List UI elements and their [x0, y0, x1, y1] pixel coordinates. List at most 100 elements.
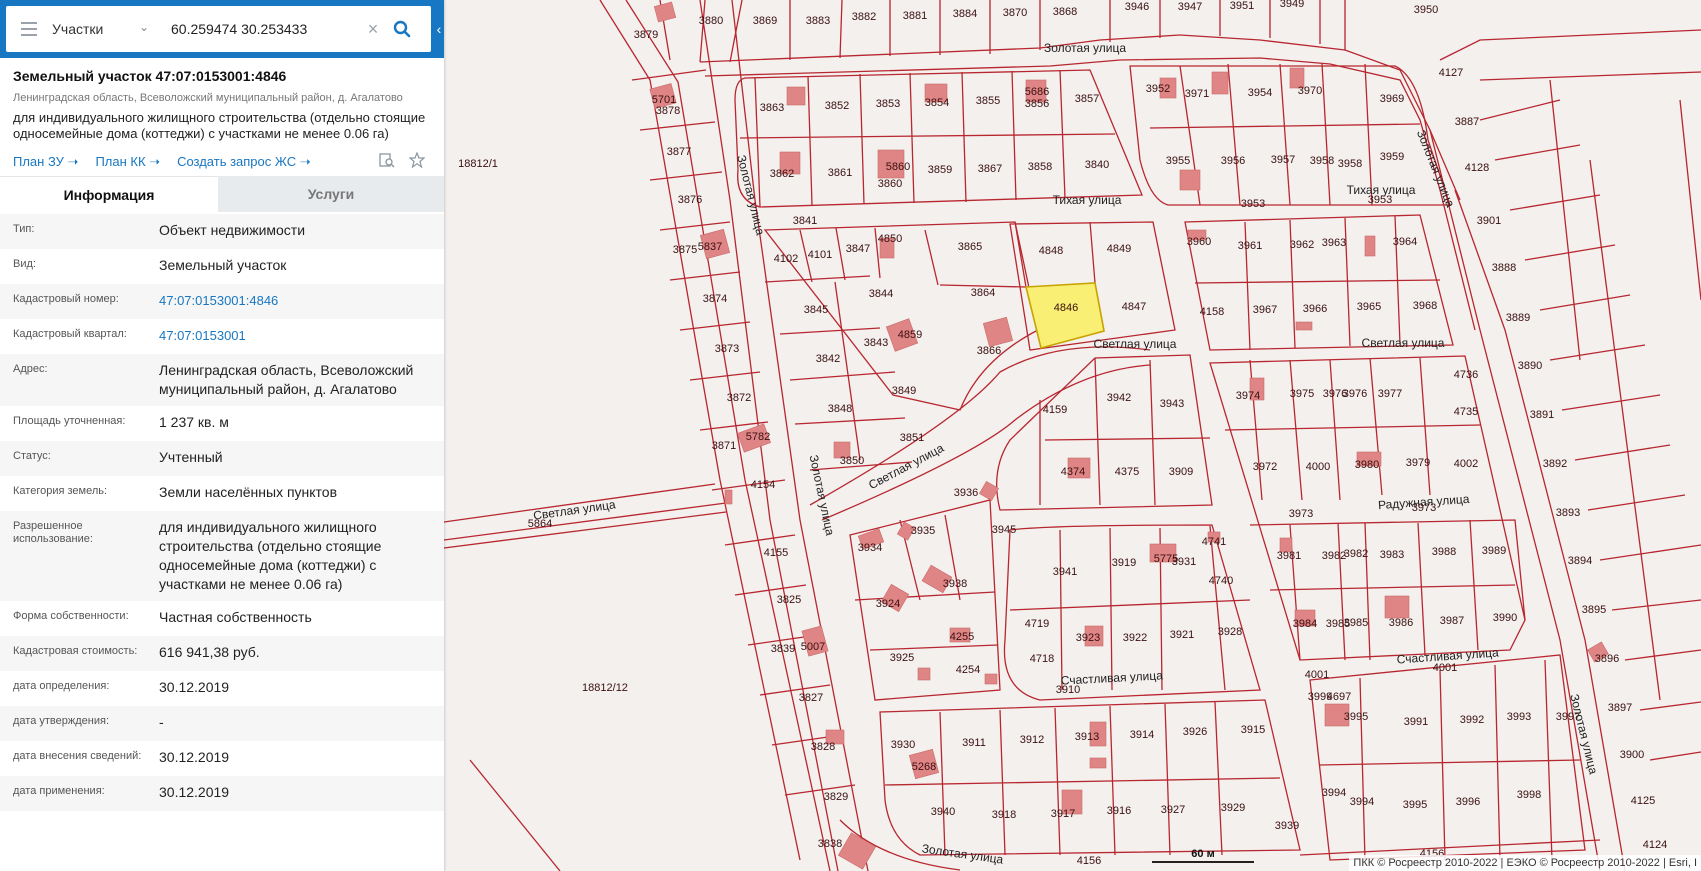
property-row: Кадастровый квартал: 47:07:0153001	[0, 319, 444, 354]
property-row: Кадастровый номер: 47:07:0153001:4846	[0, 284, 444, 319]
collapse-panel-icon[interactable]: ‹	[434, 6, 444, 52]
property-row: Разрешенное использование: для индивидуал…	[0, 511, 444, 601]
property-value: 1 237 кв. м	[159, 414, 229, 430]
plot-label: 4156	[1077, 855, 1101, 867]
search-input[interactable]	[157, 21, 362, 37]
plot-label: 3827	[799, 692, 823, 704]
property-key: Вид:	[13, 258, 36, 270]
plot-label: 3982	[1322, 550, 1346, 562]
plot-label: 5007	[801, 641, 825, 653]
panel-tabs: Информация Услуги	[0, 176, 444, 212]
selected-plot-4846[interactable]	[1024, 282, 1105, 349]
plot-label: 3867	[978, 163, 1002, 175]
street-labels: Золотая улицаТихая улицаТихая улицаСветл…	[532, 41, 1600, 867]
plot-boundary	[1574, 444, 1671, 461]
plot-label: 4102	[774, 253, 798, 265]
plot-label: 3949	[1280, 0, 1304, 10]
plot-label: 4741	[1202, 536, 1226, 548]
street-edge	[625, 0, 831, 871]
property-key: Категория земель:	[13, 485, 108, 497]
search-type-label: Участки	[52, 21, 104, 37]
plot-label: 3997	[1556, 711, 1580, 723]
plot-label: 3956	[1221, 155, 1245, 167]
star-icon[interactable]	[408, 151, 426, 171]
plot-label: 3889	[1506, 312, 1530, 324]
plot-boundary	[649, 171, 723, 181]
building	[1384, 595, 1410, 619]
plot-boundary	[1359, 677, 1366, 861]
plan-kk-link[interactable]: План КК ➝	[95, 154, 160, 170]
plot-boundary	[1289, 359, 1303, 501]
plot-label: 3976	[1343, 388, 1367, 400]
street-label: Светлая улица	[1094, 337, 1177, 351]
plot-label: 3960	[1187, 236, 1211, 248]
plot-label: 5782	[746, 431, 770, 443]
plot-label: 4848	[1039, 245, 1063, 257]
plot-label: 4159	[1043, 404, 1067, 416]
plot-label: 3914	[1130, 729, 1154, 741]
plot-label: 3862	[770, 168, 794, 180]
plot-label: 3931	[1172, 556, 1196, 568]
building	[1089, 757, 1107, 769]
search-type-select[interactable]: Участки ⌄	[52, 6, 157, 52]
plot-label: 4374	[1061, 466, 1085, 478]
create-request-link[interactable]: Создать запрос ЖС ➝	[177, 154, 311, 170]
object-subtitle: Ленинградская область, Всеволожский муни…	[13, 92, 403, 104]
plot-label: 3860	[878, 178, 902, 190]
parcel-boundaries	[443, 0, 1701, 871]
clear-icon[interactable]: ×	[362, 19, 384, 40]
plot-label: 3841	[793, 215, 817, 227]
plot-boundary	[794, 417, 906, 425]
plot-boundary	[869, 644, 999, 651]
plot-label: 3922	[1123, 632, 1147, 644]
plot-label: 3847	[846, 243, 870, 255]
plot-boundary	[1009, 599, 1251, 611]
plot-label: 3881	[903, 10, 927, 22]
plan-zu-link[interactable]: План ЗУ ➝	[13, 154, 78, 170]
plot-label: 18812/12	[582, 682, 628, 694]
plot-label: 3861	[828, 167, 852, 179]
building	[984, 673, 998, 685]
street-label: Светлая улица	[866, 441, 946, 492]
plot-label: 3938	[943, 578, 967, 590]
plot-label: 3987	[1440, 615, 1464, 627]
plot-boundary	[1194, 279, 1441, 284]
plot-label: 3866	[977, 345, 1001, 357]
plot-boundary	[659, 221, 731, 231]
plot-label: 3912	[1020, 734, 1044, 746]
plot-label: 3935	[911, 525, 935, 537]
building	[982, 316, 1014, 348]
plot-label: 3925	[890, 652, 914, 664]
plot-boundary	[1014, 221, 1027, 288]
plot-label: 3973	[1289, 508, 1313, 520]
plot-label: 3961	[1238, 240, 1262, 252]
property-value-link[interactable]: 47:07:0153001:4846	[159, 291, 429, 312]
plot-boundary	[1624, 649, 1701, 661]
property-row: Форма собственности: Частная собственност…	[0, 601, 444, 636]
plot-label: 3870	[1003, 7, 1027, 19]
property-value-link[interactable]: 47:07:0153001	[159, 326, 429, 347]
tab-services[interactable]: Услуги	[218, 176, 444, 212]
find-on-map-icon[interactable]	[379, 152, 395, 171]
plot-label: 4154	[751, 479, 775, 491]
property-value: Земли населённых пунктов	[159, 484, 338, 500]
plot-label: 3871	[712, 440, 736, 452]
plot-label: 3874	[703, 293, 727, 305]
menu-icon[interactable]	[6, 6, 52, 52]
object-description: для индивидуального жилищного строительс…	[13, 110, 426, 141]
plot-boundary	[1279, 63, 1291, 206]
search-icon[interactable]	[384, 6, 420, 52]
plot-label: 3927	[1161, 804, 1185, 816]
plot-label: 3897	[1608, 702, 1632, 714]
property-row: дата определения: 30.12.2019	[0, 671, 444, 706]
plot-boundary	[1611, 599, 1701, 611]
plot-boundary	[1044, 437, 1211, 441]
tab-information[interactable]: Информация	[0, 176, 218, 212]
plot-label: 4735	[1454, 406, 1478, 418]
plot-label: 3890	[1518, 360, 1542, 372]
plot-label: 3952	[1146, 83, 1170, 95]
plot-boundary	[1319, 759, 1581, 766]
object-title: Земельный участок 47:07:0153001:4846	[13, 68, 287, 84]
plot-label: 3945	[992, 524, 1016, 536]
building	[1295, 321, 1313, 331]
